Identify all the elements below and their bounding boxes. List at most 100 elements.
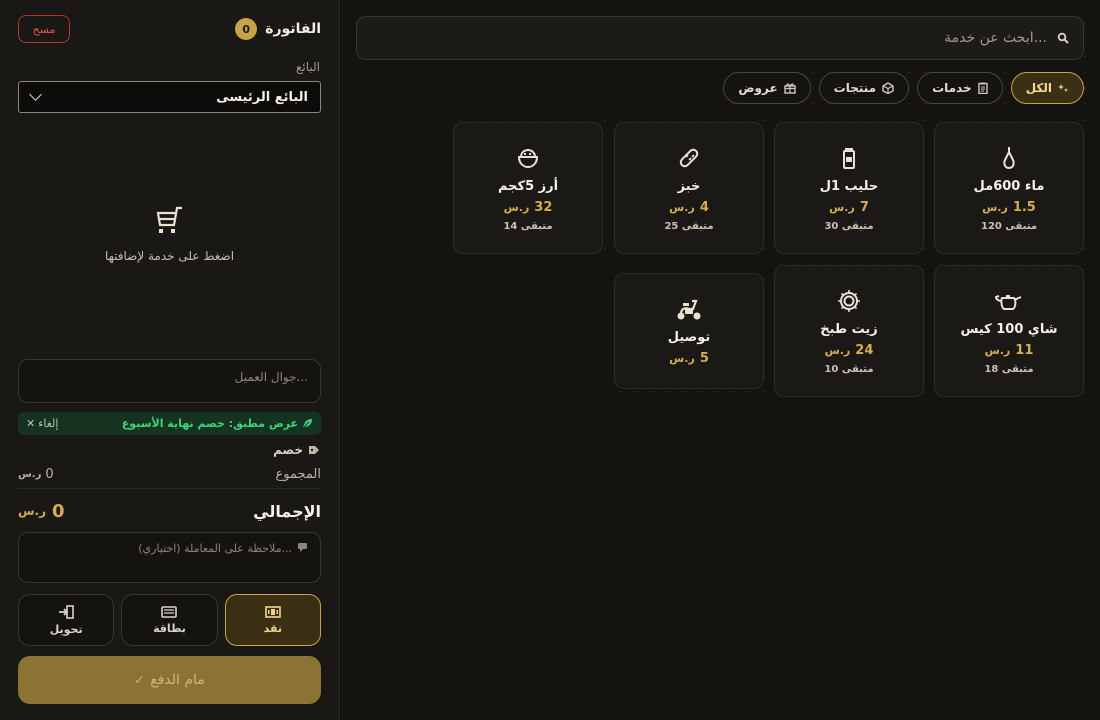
invoice-title: الفاتورة (265, 21, 321, 37)
invoice-header: مسح 0 الفاتورة (18, 14, 321, 46)
payment-card-label: بطاقة (153, 621, 186, 635)
product-name: أرز 5كجم (497, 179, 559, 194)
empty-cart: اضغط على خدمة لإضافتها (18, 205, 321, 263)
complete-payment-button[interactable]: ✓ مام الدفع (18, 656, 321, 704)
category-offers-label: عروض (738, 81, 778, 95)
close-icon: ✕ (26, 417, 36, 430)
product-price: ر.س 5 (669, 351, 709, 366)
subtotal-label: المجموع (275, 467, 321, 482)
product-card[interactable]: حليب 1ل ر.س 7 متبقى 30 (774, 122, 924, 254)
category-services-label: خدمات (932, 81, 972, 95)
payment-transfer-label: تحويل (49, 622, 83, 636)
product-card[interactable]: ماء 600مل ر.س 1.5 متبقى 120 (934, 122, 1084, 254)
chevron-down-icon (29, 88, 42, 101)
discount-label: خصم (273, 443, 303, 457)
product-card[interactable]: خبز ر.س 4 متبقى 25 (614, 122, 764, 254)
search-placeholder: ابحث عن خدمة... (944, 30, 1047, 46)
product-stock: متبقى 14 (503, 221, 553, 232)
water-drop-icon (1003, 147, 1015, 170)
subtotal-value: 0 (45, 467, 54, 482)
product-card[interactable]: شاي 100 كيس ر.س 11 متبقى 18 (934, 265, 1084, 397)
category-products-label: منتجات (833, 81, 877, 95)
category-all-label: الكل (1025, 81, 1052, 95)
product-name: حليب 1ل (819, 179, 879, 194)
product-name: ماء 600مل (973, 179, 1045, 194)
product-price: ر.س 1.5 (982, 200, 1036, 215)
clipboard-icon (977, 82, 988, 94)
product-name: توصيل (667, 330, 711, 345)
promo-cancel-label: إلغاء (38, 417, 59, 430)
product-stock: متبقى 120 (980, 221, 1038, 232)
milk-icon (843, 148, 855, 169)
empty-cart-text: اضغط على خدمة لإضافتها (104, 249, 235, 263)
grand-total-value: 0 (52, 500, 65, 522)
category-services-tab[interactable]: خدمات (917, 72, 1003, 104)
category-products-tab[interactable]: منتجات (818, 72, 910, 104)
product-name: زيت طبخ (820, 322, 878, 337)
sparkle-icon (1058, 83, 1068, 92)
product-stock: متبقى 18 (984, 364, 1034, 375)
product-name: شاي 100 كيس (960, 322, 1058, 337)
riyal-icon: ر.س (824, 344, 851, 357)
promo-text: عرض مطبق: خصم نهاية الأسبوع (121, 417, 298, 430)
product-price: ر.س 11 (984, 343, 1034, 358)
riyal-icon: ر.س (669, 352, 695, 365)
product-price: ر.س 24 (824, 343, 874, 358)
product-card[interactable]: أرز 5كجم ر.س 32 متبقى 14 (453, 122, 603, 254)
category-all-tab[interactable]: الكل (1010, 72, 1084, 104)
product-card[interactable]: توصيل ر.س 5 (614, 273, 764, 389)
rice-bowl-icon (517, 148, 539, 169)
applied-promo-banner: ✕ إلغاء عرض مطبق: خصم نهاية الأسبوع (18, 412, 321, 435)
note-placeholder: ملاحظة على المعاملة (اختياري)... (138, 542, 292, 555)
cash-icon (265, 605, 281, 618)
promo-cancel-button[interactable]: ✕ إلغاء (26, 417, 58, 430)
scooter-icon (677, 299, 701, 320)
leaf-icon (302, 419, 312, 429)
search-icon (1057, 32, 1069, 44)
riyal-icon: ر.س (18, 504, 47, 518)
comment-icon (298, 543, 307, 552)
customer-phone-input[interactable]: جوال العميل... (18, 359, 321, 403)
transaction-note-input[interactable]: ملاحظة على المعاملة (اختياري)... (18, 532, 321, 583)
product-stock: متبقى 30 (824, 221, 874, 232)
box-icon (882, 82, 894, 94)
riyal-icon: ر.س (829, 201, 855, 214)
product-card[interactable]: زيت طبخ ر.س 24 متبقى 10 (774, 265, 924, 397)
riyal-icon: ر.س (669, 201, 695, 214)
transfer-icon (59, 604, 74, 619)
service-search-input[interactable]: ابحث عن خدمة... (356, 16, 1084, 60)
riyal-icon: ر.س (18, 469, 42, 480)
payment-card-button[interactable]: بطاقة (121, 594, 218, 646)
payment-cash-button[interactable]: نقد (224, 594, 321, 646)
product-name: خبز (677, 179, 701, 194)
payment-methods: تحويل بطاقة نقد (18, 594, 321, 646)
oil-icon (838, 290, 860, 312)
riyal-icon: ر.س (503, 201, 530, 214)
grand-total-label: الإجمالي (253, 501, 321, 521)
seller-value: البائع الرئيسى (216, 89, 308, 105)
tag-icon (309, 446, 319, 454)
category-offers-tab[interactable]: عروض (723, 72, 811, 104)
riyal-icon: ر.س (982, 201, 1008, 214)
product-price: ر.س 4 (669, 200, 709, 215)
payment-transfer-button[interactable]: تحويل (18, 594, 115, 646)
invoice-count-badge: 0 (235, 18, 258, 40)
check-icon: ✓ (134, 673, 145, 687)
cart-icon (156, 206, 182, 233)
bread-icon (679, 148, 699, 168)
invoice-panel: مسح 0 الفاتورة البائع البائع الرئيسى اضغ… (0, 0, 340, 720)
seller-select[interactable]: البائع الرئيسى (18, 81, 321, 113)
gift-icon (783, 83, 796, 94)
product-stock: متبقى 10 (824, 364, 874, 375)
discount-row[interactable]: خصم (273, 443, 320, 457)
product-stock: متبقى 25 (664, 221, 714, 232)
clear-button[interactable]: مسح (18, 15, 70, 43)
riyal-icon: ر.س (984, 344, 1011, 357)
category-filters: الكل خدمات منتجات عروض (723, 72, 1084, 104)
teapot-icon (995, 295, 1022, 310)
product-price: ر.س 7 (829, 200, 869, 215)
complete-payment-label: مام الدفع (150, 672, 205, 688)
grand-total-row: ر.س 0 الإجمالي (18, 498, 321, 524)
seller-label: البائع (296, 60, 320, 74)
product-price: ر.س 32 (503, 200, 553, 215)
